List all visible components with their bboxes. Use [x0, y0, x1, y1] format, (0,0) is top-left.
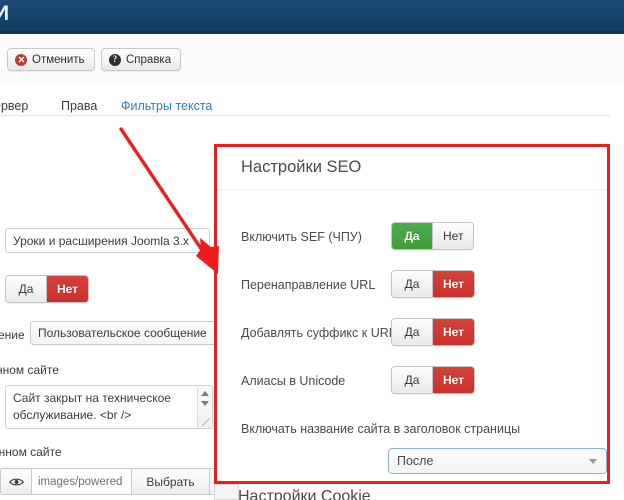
- seo-panel-title: Настройки SEO: [241, 158, 361, 177]
- offline-toggle[interactable]: Да Нет: [5, 275, 89, 303]
- cancel-button-label: Отменить: [32, 54, 85, 66]
- seo-label-unicode-aliases: Алиасы в Unicode: [241, 374, 345, 388]
- eye-icon[interactable]: [0, 468, 31, 495]
- seo-label-url-suffix: Добавлять суффикс к URL: [241, 326, 396, 340]
- seo-panel-header: Настройки SEO: [217, 147, 607, 190]
- message-type-label: ение: [0, 328, 25, 342]
- seo-toggle-sef[interactable]: Да Нет: [391, 222, 474, 250]
- left-form-column: Уроки и расширения Joomla 3.x Да Нет ени…: [0, 115, 236, 500]
- cancel-button[interactable]: Отменить: [7, 48, 95, 71]
- chevron-down-icon: [589, 459, 597, 464]
- seo-toggle-url-suffix[interactable]: Да Нет: [391, 318, 475, 346]
- seo-site-name-position-value: После: [397, 454, 433, 468]
- seo-row-url-redirect: Перенаправление URL Да Нет: [217, 270, 607, 304]
- resize-grip-icon[interactable]: [202, 418, 210, 426]
- media-path-input[interactable]: images/powered: [31, 468, 132, 495]
- seo-row-unicode-aliases: Алиасы в Unicode Да Нет: [217, 366, 607, 400]
- seo-row-sef: Включить SEF (ЧПУ) Да Нет: [217, 222, 607, 256]
- offline-image-label: енном сайте: [0, 445, 62, 459]
- seo-toggle-url-suffix-no[interactable]: Нет: [432, 319, 474, 345]
- seo-label-url-redirect: Перенаправление URL: [241, 278, 375, 292]
- seo-toggle-sef-no[interactable]: Нет: [432, 223, 473, 249]
- seo-settings-highlight: Настройки SEO Включить SEF (ЧПУ) Да Нет …: [214, 144, 610, 484]
- seo-label-site-name-in-title: Включать название сайта в заголовок стра…: [241, 422, 520, 436]
- seo-toggle-url-redirect[interactable]: Да Нет: [391, 270, 475, 298]
- cookie-settings-heading: Настройки Cookie: [238, 488, 371, 500]
- seo-toggle-url-redirect-no[interactable]: Нет: [432, 271, 474, 297]
- bottom-partial-control: [214, 484, 239, 500]
- message-type-select[interactable]: Пользовательское сообщение: [30, 321, 230, 345]
- circle-x-icon: [15, 54, 27, 66]
- seo-toggle-url-redirect-yes[interactable]: Да: [392, 271, 432, 297]
- seo-toggle-url-redirect-wrap: Да Нет: [391, 270, 475, 298]
- seo-toggle-unicode-aliases-no[interactable]: Нет: [432, 367, 474, 393]
- seo-site-name-position-select[interactable]: После: [388, 448, 607, 474]
- media-select-button[interactable]: Выбрать: [132, 468, 210, 495]
- window-title: И: [0, 2, 10, 26]
- seo-row-url-suffix: Добавлять суффикс к URL Да Нет: [217, 318, 607, 352]
- tab-text-filters[interactable]: Фильтры текста: [121, 99, 212, 113]
- circle-question-icon: ?: [109, 54, 121, 66]
- screenshot-root: И Отменить ? Справка ервер Права Фильтры…: [0, 0, 624, 500]
- right-edge-clip: [610, 115, 624, 500]
- seo-toggle-url-suffix-wrap: Да Нет: [391, 318, 475, 346]
- seo-toggle-unicode-aliases-wrap: Да Нет: [391, 366, 475, 394]
- media-field-row: images/powered Выбрать: [0, 468, 236, 495]
- site-name-input[interactable]: Уроки и расширения Joomla 3.x: [5, 228, 210, 253]
- seo-toggle-unicode-aliases[interactable]: Да Нет: [391, 366, 475, 394]
- seo-toggle-unicode-aliases-yes[interactable]: Да: [392, 367, 432, 393]
- seo-toggle-url-suffix-yes[interactable]: Да: [392, 319, 432, 345]
- help-button-label: Справка: [126, 54, 171, 66]
- message-type-select-value: Пользовательское сообщение: [38, 326, 207, 340]
- scroll-down-icon[interactable]: [201, 401, 209, 406]
- offline-message-label: нном сайте: [0, 363, 59, 377]
- seo-toggle-sef-yes[interactable]: Да: [392, 223, 432, 249]
- tab-server[interactable]: ервер: [0, 99, 28, 113]
- offline-toggle-yes[interactable]: Да: [6, 276, 46, 302]
- tab-rights[interactable]: Права: [61, 99, 97, 113]
- seo-toggle-sef-wrap: Да Нет: [391, 222, 474, 250]
- help-button[interactable]: ? Справка: [101, 48, 181, 71]
- seo-settings-panel: Настройки SEO Включить SEF (ЧПУ) Да Нет …: [217, 147, 607, 481]
- scroll-up-icon[interactable]: [201, 391, 209, 396]
- window-header: И: [0, 0, 624, 34]
- offline-toggle-no[interactable]: Нет: [46, 276, 88, 302]
- offline-message-textarea[interactable]: Сайт закрыт на техническое обслуживание.…: [5, 385, 213, 429]
- offline-message-value: Сайт закрыт на техническое обслуживание.…: [13, 391, 171, 422]
- seo-label-sef: Включить SEF (ЧПУ): [241, 230, 362, 244]
